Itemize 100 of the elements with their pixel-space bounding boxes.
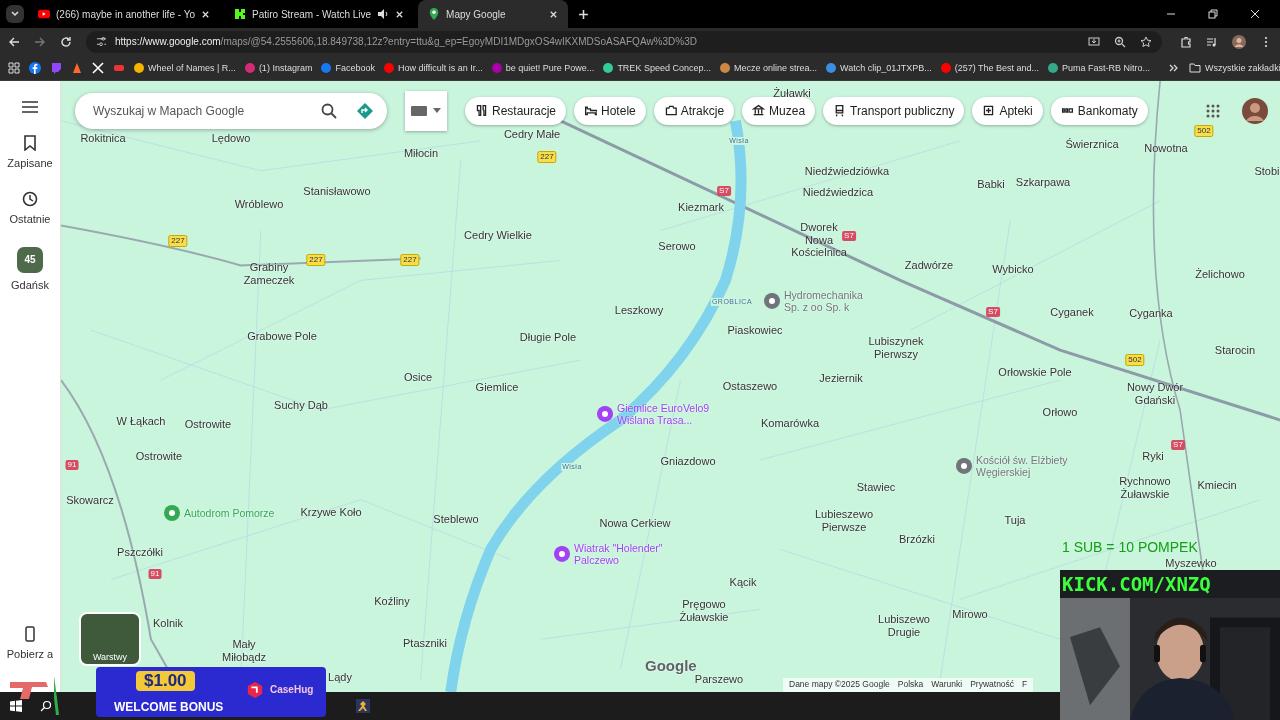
close-icon[interactable] bbox=[549, 9, 559, 19]
place-pin-icon[interactable] bbox=[164, 504, 180, 521]
place-label: Nowy Dwór Gdański bbox=[1126, 381, 1184, 407]
place-label: Ptaszniki bbox=[403, 636, 447, 650]
place-pin-icon[interactable] bbox=[554, 545, 570, 562]
rail-item[interactable]: 45 Gdańsk bbox=[11, 246, 49, 291]
search-icon[interactable] bbox=[40, 700, 52, 712]
close-icon[interactable] bbox=[1250, 9, 1260, 19]
layers-button[interactable]: Warstwy bbox=[79, 612, 141, 667]
attribution-link[interactable]: Polska bbox=[897, 679, 924, 692]
input-tools-button[interactable] bbox=[405, 90, 447, 131]
bookmark-link[interactable]: How difficult is an Ir... bbox=[383, 62, 483, 73]
place-label: Mirowo bbox=[952, 607, 988, 621]
place-label: Tuja bbox=[1004, 513, 1026, 527]
place-pin-icon[interactable] bbox=[956, 457, 972, 474]
back-icon[interactable] bbox=[8, 35, 20, 48]
category-chip[interactable]: Muzea bbox=[742, 96, 816, 125]
attribution-link[interactable]: F bbox=[1022, 679, 1028, 692]
place-label[interactable]: Wiatrak "Holender" Palczewo bbox=[574, 541, 663, 566]
apps-grid-icon[interactable] bbox=[8, 61, 20, 74]
place-label: Kącik bbox=[729, 575, 757, 589]
search-bar[interactable]: Wyszukaj w Mapach Google bbox=[75, 92, 387, 129]
road-number: 91 bbox=[65, 459, 79, 470]
account-avatar-icon[interactable] bbox=[1242, 97, 1268, 124]
place-label: Orłowskie Pole bbox=[998, 365, 1072, 379]
place-label: Szkarpawa bbox=[1015, 175, 1071, 189]
place-label: Brzózki bbox=[898, 532, 936, 546]
place-label[interactable]: Hydromechanika Sp. z oo Sp. k bbox=[784, 288, 863, 313]
menu-icon[interactable] bbox=[22, 100, 38, 113]
ad-banner[interactable]: $1.00 WELCOME BONUS CaseHug bbox=[96, 667, 326, 717]
directions-icon[interactable] bbox=[357, 102, 373, 119]
place-label: Piaskowiec bbox=[727, 323, 783, 337]
place-label: Babki bbox=[977, 177, 1005, 191]
place-label: Długie Pole bbox=[519, 330, 577, 344]
close-icon[interactable] bbox=[201, 9, 210, 19]
k-logo-icon bbox=[234, 8, 246, 20]
reload-icon[interactable] bbox=[60, 35, 72, 48]
media-icon[interactable] bbox=[1206, 35, 1218, 48]
bookmark-link[interactable]: TREK Speed Concep... bbox=[603, 62, 711, 73]
install-app-icon[interactable] bbox=[1088, 35, 1100, 48]
place-label[interactable]: Kościół św. Elżbiety Węgierskiej bbox=[976, 453, 1068, 478]
category-chip[interactable]: Bankomaty bbox=[1050, 96, 1148, 125]
game-app-icon[interactable] bbox=[356, 699, 370, 713]
category-chip[interactable]: Transport publiczny bbox=[823, 96, 965, 125]
browser-tab[interactable]: Patiro Stream - Watch Live bbox=[224, 0, 415, 28]
place-label: Rokitnica bbox=[80, 131, 126, 145]
speaker-icon[interactable] bbox=[377, 8, 390, 20]
all-bookmarks-folder[interactable]: Wszystkie zakładki bbox=[1189, 62, 1280, 73]
site-settings-icon[interactable] bbox=[96, 36, 107, 48]
bookmark-link[interactable]: (257) The Best and... bbox=[940, 62, 1040, 73]
zoom-icon[interactable] bbox=[1114, 35, 1126, 48]
place-label: Lądy bbox=[328, 670, 352, 684]
new-tab-icon[interactable] bbox=[578, 8, 590, 20]
place-label: Steblewo bbox=[433, 512, 479, 526]
rail-item[interactable]: Pobierz a bbox=[6, 626, 54, 661]
browser-tab[interactable]: Mapy Google bbox=[418, 0, 569, 28]
extensions-icon[interactable] bbox=[1180, 35, 1192, 48]
tab-list-button[interactable] bbox=[6, 5, 24, 23]
facebook-icon[interactable] bbox=[29, 61, 41, 74]
x-icon[interactable] bbox=[92, 61, 104, 74]
bookmark-link[interactable]: Puma Fast-RB Nitro... bbox=[1048, 62, 1151, 73]
attribution-link[interactable]: Prywatność bbox=[970, 679, 1015, 692]
category-chip[interactable]: Restauracje bbox=[465, 96, 567, 125]
bookmark-icon bbox=[22, 134, 38, 151]
attribution-link[interactable]: Dane mapy ©2025 Google bbox=[789, 679, 890, 692]
category-chip[interactable]: Apteki bbox=[972, 96, 1043, 125]
place-label[interactable]: Giemlice EuroVelo9 Wiślana Trasa... bbox=[617, 401, 710, 426]
place-label: Wróblewo bbox=[234, 197, 284, 211]
restore-icon[interactable] bbox=[1208, 9, 1218, 19]
profile-avatar-icon[interactable] bbox=[1232, 34, 1246, 49]
browser-tab[interactable]: (266) maybe in another life - Yo bbox=[28, 0, 220, 28]
road-number: S7 bbox=[717, 185, 731, 196]
bookmark-link[interactable]: Mecze online strea... bbox=[719, 62, 817, 73]
category-chip[interactable]: Hotele bbox=[574, 96, 646, 125]
place-label: Kiezmark bbox=[678, 200, 724, 214]
bookmark-link[interactable]: Wheel of Names | R... bbox=[134, 62, 236, 73]
star-icon[interactable] bbox=[1140, 35, 1152, 48]
bookmark-link[interactable]: Watch clip_01JTXPB... bbox=[826, 62, 932, 73]
place-label: Cedry Wielkie bbox=[464, 228, 532, 242]
map[interactable] bbox=[61, 80, 1280, 693]
bookmark-link[interactable]: be quiet! Pure Powe... bbox=[491, 62, 595, 73]
attribution-link[interactable]: Warunki bbox=[931, 679, 963, 692]
close-icon[interactable] bbox=[395, 9, 405, 19]
search-icon[interactable] bbox=[321, 102, 337, 119]
bookmark-link[interactable]: Facebook bbox=[321, 62, 375, 73]
address-bar[interactable]: https://www.google.com/maps/@54.2555606,18.849738,12z?entry=ttu&g_ep=EgoyMDI1MDgxOS4wIKXMDSoASAFQAw%3D%3D bbox=[86, 30, 1162, 53]
category-chip[interactable]: Atrakcje bbox=[653, 96, 735, 125]
channel-banner: KICK.COM/XNZQ bbox=[1060, 570, 1280, 598]
clock-icon bbox=[22, 190, 38, 207]
place-pin-icon[interactable] bbox=[597, 405, 613, 422]
windows-start-icon[interactable] bbox=[10, 700, 22, 712]
twitch-icon[interactable] bbox=[50, 61, 62, 74]
site-icon bbox=[383, 62, 394, 73]
forward-icon[interactable] bbox=[34, 35, 46, 48]
road-number: 227 bbox=[400, 253, 420, 266]
apps-grid-icon[interactable] bbox=[1206, 103, 1220, 118]
rail-item[interactable]: Zapisane bbox=[7, 134, 53, 169]
bookmark-link[interactable]: (1) Instagram bbox=[244, 62, 313, 73]
rail-item[interactable]: Ostatnie bbox=[9, 190, 51, 225]
place-pin-icon[interactable] bbox=[764, 292, 780, 309]
